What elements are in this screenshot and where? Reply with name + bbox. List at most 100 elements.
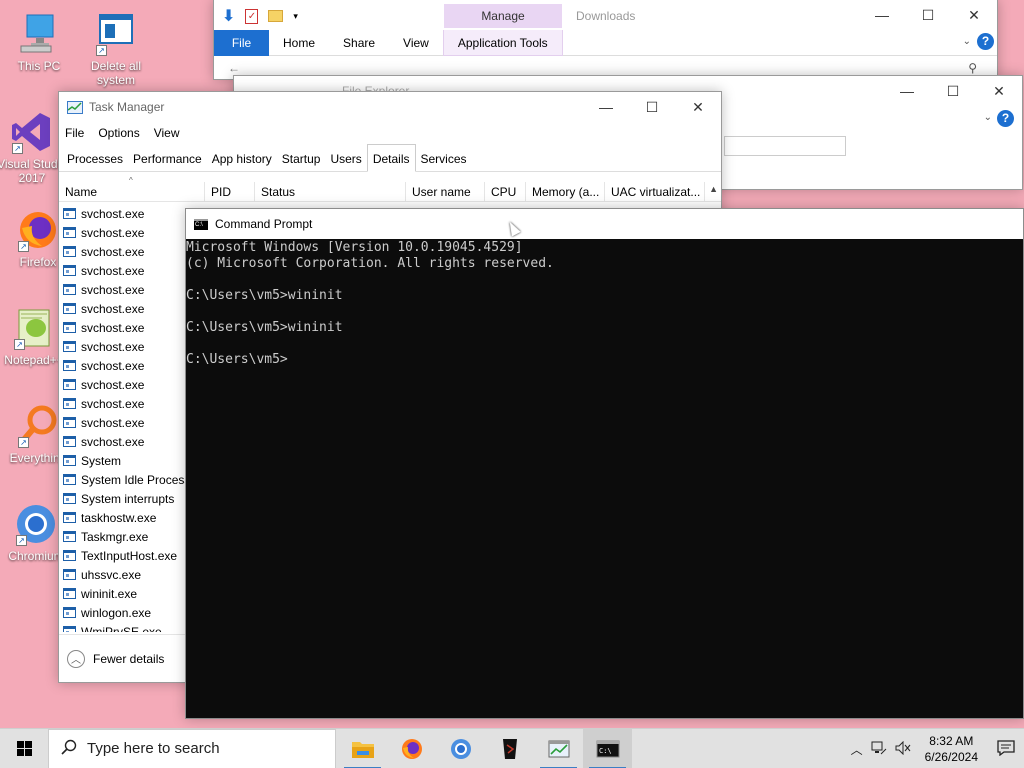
process-row[interactable]: svchost.exe [63,356,189,375]
column-header-user-name[interactable]: User name [406,182,485,202]
back-arrow-icon[interactable]: ← [228,61,240,75]
tab-app-history[interactable]: App history [207,147,277,171]
desktop-icon-label: Notepad++ [4,353,64,367]
desktop-icon-label: Firefox [19,255,57,269]
chevron-up-icon[interactable]: ︿ [847,741,867,758]
manage-contextual-tab[interactable]: Manage [444,4,562,28]
desktop-icon-label: Visual Studio 2017 [0,157,67,185]
process-row[interactable]: wininit.exe [63,584,189,603]
help-icon[interactable]: ? [997,110,1014,127]
process-name: svchost.exe [81,244,145,259]
computer-icon [17,12,61,56]
minimize-icon[interactable]: — [583,92,629,122]
close-icon[interactable]: ✕ [675,92,721,122]
process-row[interactable]: TextInputHost.exe [63,546,189,565]
file-explorer-window-downloads[interactable]: ⬇ ✓ ▾ Manage Downloads — ☐ ✕ File Home S… [213,0,998,80]
new-folder-icon[interactable] [268,10,284,22]
process-row[interactable]: svchost.exe [63,204,189,223]
tab-users[interactable]: Users [325,147,366,171]
console-icon: C:\ [194,218,208,230]
process-row[interactable]: Taskmgr.exe [63,527,189,546]
close-icon[interactable]: ✕ [951,0,997,30]
process-row[interactable]: taskhostw.exe [63,508,189,527]
tab-file[interactable]: File [214,29,269,56]
console-line: (c) Microsoft Corporation. All rights re… [186,256,554,271]
maximize-icon[interactable]: ☐ [930,76,976,106]
process-row[interactable]: svchost.exe [63,280,189,299]
process-row[interactable]: svchost.exe [63,299,189,318]
volume-muted-icon[interactable] [891,740,915,758]
command-prompt-window[interactable]: C:\ Command Prompt Microsoft Windows [Ve… [185,208,1024,719]
help-icon[interactable]: ? [977,33,994,50]
tab-share[interactable]: Share [329,30,389,56]
console-output[interactable]: Microsoft Windows [Version 10.0.19045.45… [186,239,1023,368]
scroll-up-icon[interactable]: ▲ [709,184,718,194]
tab-view[interactable]: View [389,30,443,56]
notification-icon[interactable] [988,739,1024,759]
process-row[interactable]: System [63,451,189,470]
column-header-pid[interactable]: PID [205,182,255,202]
menu-bar: File Options View [59,122,721,144]
tab-details[interactable]: Details [366,144,416,172]
process-name: svchost.exe [81,339,145,354]
process-row[interactable]: System interrupts [63,489,189,508]
clock[interactable]: 8:32 AM 6/26/2024 [915,733,988,765]
fewer-details-button[interactable]: Fewer details [93,652,164,666]
chevron-up-icon[interactable]: ︿ [67,649,85,668]
tab-startup[interactable]: Startup [277,147,326,171]
menu-options[interactable]: Options [98,126,139,140]
maximize-icon[interactable]: ☐ [629,92,675,122]
column-header-uac[interactable]: UAC virtualizat... [605,182,705,202]
ribbon-tabs: File Home Share View Application Tools [214,29,997,56]
process-icon [63,607,76,618]
process-row[interactable]: svchost.exe [63,261,189,280]
process-row[interactable]: svchost.exe [63,242,189,261]
taskbar-command-prompt[interactable]: C:\ [583,728,632,768]
taskbar-firefox[interactable] [387,729,436,768]
process-row[interactable]: svchost.exe [63,318,189,337]
taskbar-chromium[interactable] [436,729,485,768]
minimize-icon[interactable]: — [884,76,930,106]
process-name: svchost.exe [81,225,145,240]
tab-application-tools[interactable]: Application Tools [442,29,563,56]
process-row[interactable]: svchost.exe [63,413,189,432]
expand-ribbon-icon[interactable]: ⌄ [963,36,971,47]
menu-view[interactable]: View [154,126,180,140]
start-button[interactable] [0,729,48,768]
desktop-icon-this-pc[interactable]: This PC [3,12,75,73]
tab-processes[interactable]: Processes [62,147,128,171]
tab-home[interactable]: Home [269,30,329,56]
minimize-icon[interactable]: — [859,0,905,30]
process-row[interactable]: WmiPrvSE.exe [63,622,189,632]
column-header-name[interactable]: Name [59,182,205,202]
process-name: svchost.exe [81,415,145,430]
process-row[interactable]: uhssvc.exe [63,565,189,584]
process-row[interactable]: winlogon.exe [63,603,189,622]
process-row[interactable]: svchost.exe [63,432,189,451]
properties-check-icon[interactable]: ✓ [245,8,259,24]
maximize-icon[interactable]: ☐ [905,0,951,30]
expand-ribbon-icon[interactable]: ⌄ [984,112,992,123]
taskbar-task-manager[interactable] [534,729,583,768]
network-icon[interactable] [867,741,891,758]
process-row[interactable]: svchost.exe [63,337,189,356]
menu-file[interactable]: File [65,126,84,140]
desktop-icon-delete-all-system[interactable]: ↗ Delete all system [80,12,152,87]
qat-dropdown-icon[interactable]: ▾ [293,11,298,22]
search-input[interactable] [724,136,846,156]
column-header-memory[interactable]: Memory (a... [526,182,605,202]
process-row[interactable]: svchost.exe [63,223,189,242]
download-arrow-icon[interactable]: ⬇ [222,6,235,26]
close-icon[interactable]: ✕ [976,76,1022,106]
process-row[interactable]: svchost.exe [63,375,189,394]
tab-performance[interactable]: Performance [128,147,207,171]
search-icon[interactable]: ⚲ [968,61,977,75]
taskbar-dark-app[interactable] [485,729,534,768]
process-row[interactable]: svchost.exe [63,394,189,413]
taskbar-search-box[interactable]: Type here to search [48,728,336,768]
column-header-status[interactable]: Status [255,182,406,202]
taskbar-file-explorer[interactable] [338,729,387,768]
column-header-cpu[interactable]: CPU [485,182,526,202]
tab-services[interactable]: Services [416,147,472,171]
process-row[interactable]: System Idle Process [63,470,189,489]
